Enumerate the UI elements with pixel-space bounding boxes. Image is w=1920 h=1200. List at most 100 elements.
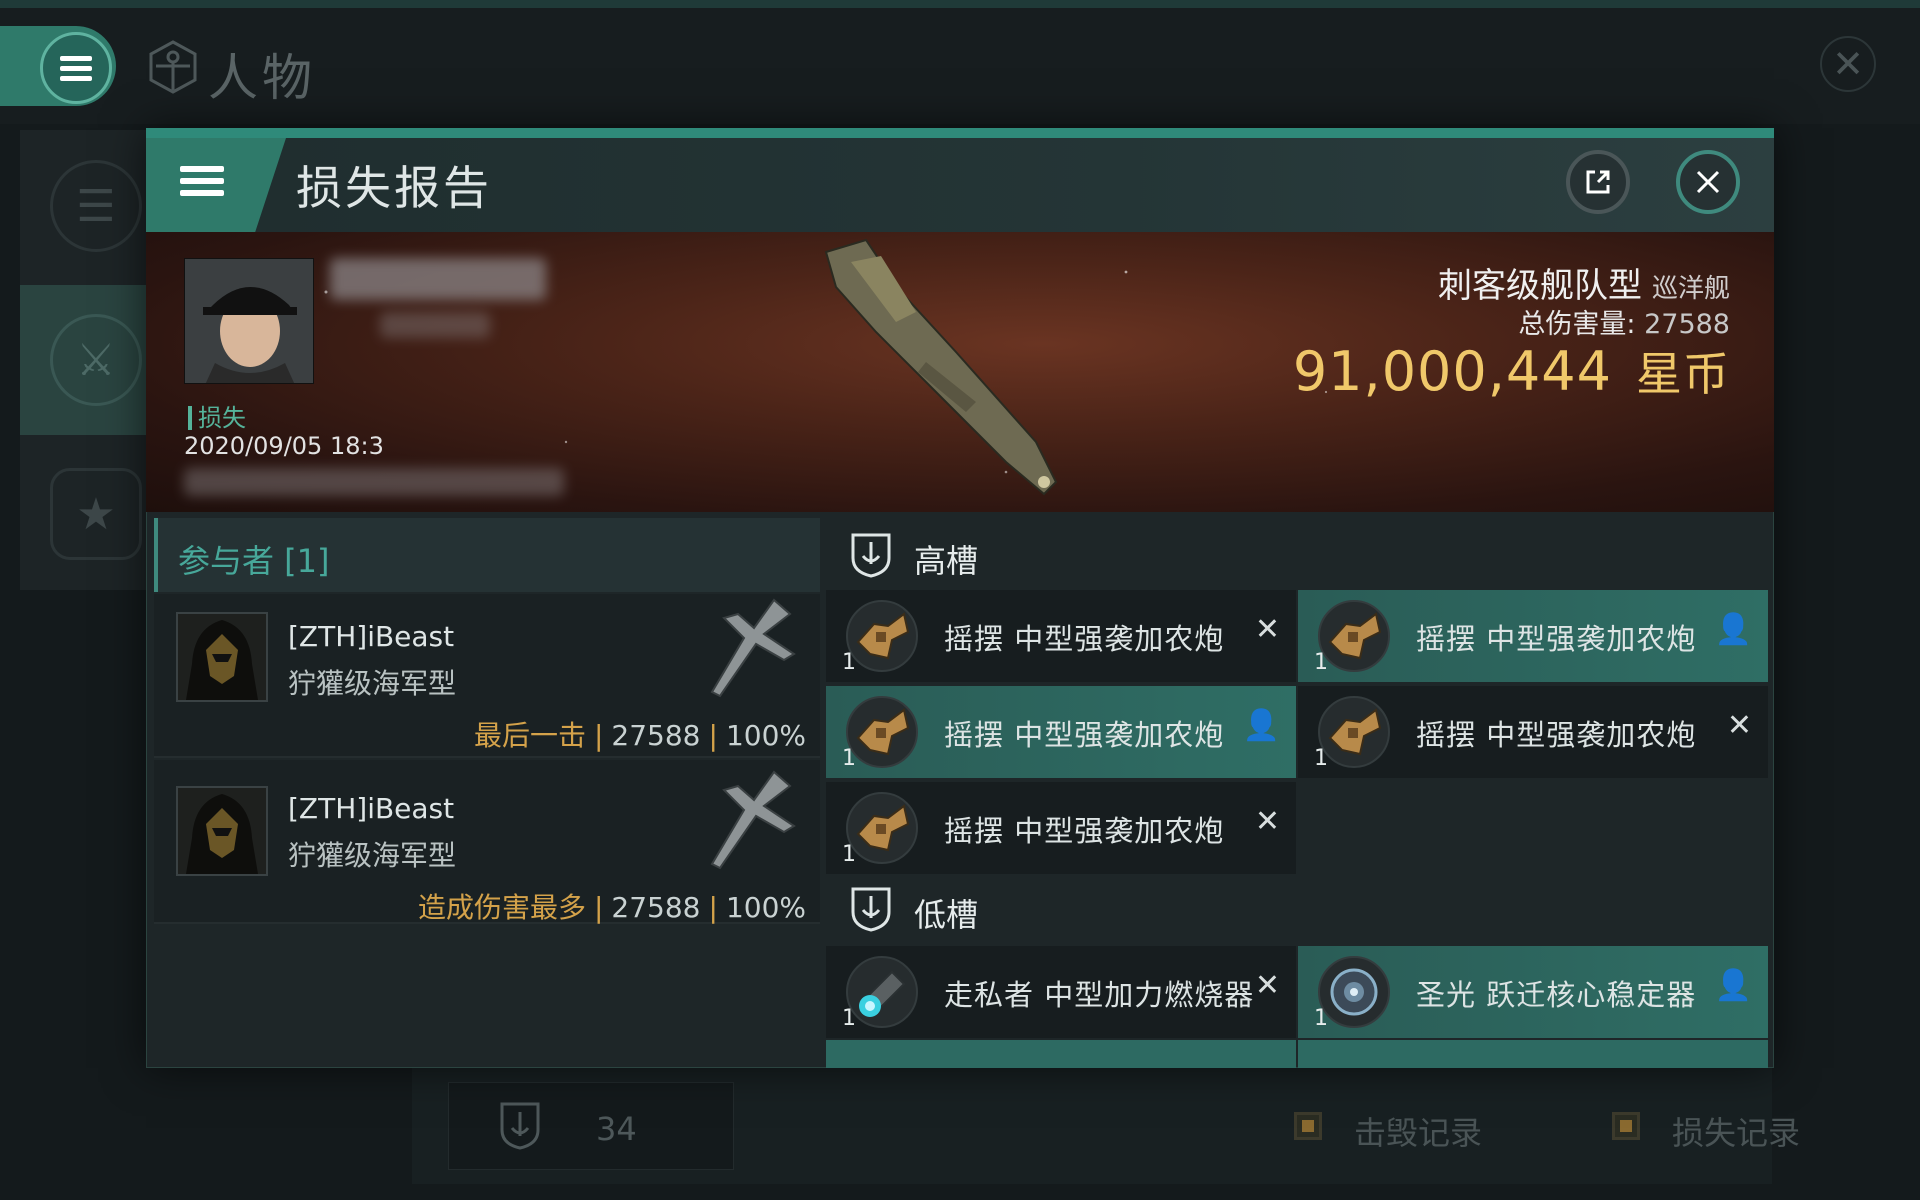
location-redacted bbox=[184, 468, 564, 496]
total-damage-label: 总伤害量 bbox=[1518, 309, 1627, 340]
low-slot-label: 低槽 bbox=[914, 896, 979, 934]
share-button[interactable] bbox=[1566, 150, 1630, 214]
background-fitting-tab[interactable] bbox=[448, 1082, 734, 1170]
afterburner-icon bbox=[846, 956, 918, 1028]
module-row[interactable]: 1 摇摆 中型强袭加农炮 ✕ bbox=[826, 782, 1296, 874]
module-quantity: 1 bbox=[842, 1006, 856, 1031]
module-row[interactable]: 1 摇摆 中型强袭加农炮 👤 bbox=[826, 686, 1296, 778]
close-icon bbox=[1696, 170, 1720, 194]
module-quantity: 1 bbox=[1314, 1006, 1328, 1031]
total-damage: 总伤害量: 27588 bbox=[1518, 309, 1730, 340]
modal-accent-line bbox=[146, 128, 1774, 138]
isk-unit: 星币 bbox=[1636, 347, 1730, 401]
attacker-percent: 100% bbox=[725, 891, 806, 924]
module-quantity: 1 bbox=[842, 842, 856, 867]
attacker-name: [ZTH]iBeast bbox=[288, 620, 455, 653]
ship-type: 刺客级舰队型 bbox=[1437, 266, 1642, 306]
attacker-stats: 造成伤害最多 | 27588 | 100% bbox=[417, 891, 806, 924]
destroyed-icon: ✕ bbox=[1254, 612, 1280, 647]
attacker-ship: 狞獾级海军型 bbox=[288, 839, 457, 872]
attacker-damage: 27588 bbox=[611, 719, 701, 752]
module-name: 摇摆 中型强袭加农炮 bbox=[1416, 622, 1697, 656]
attacker-tag: 最后一击 bbox=[473, 719, 586, 752]
total-damage-value: 27588 bbox=[1644, 309, 1730, 340]
attacker-portrait[interactable] bbox=[176, 786, 268, 876]
hooded-pilot-avatar bbox=[178, 614, 266, 700]
module-row-partial[interactable] bbox=[1298, 1040, 1768, 1068]
dropped-person-icon: 👤 bbox=[1242, 708, 1280, 743]
cannon-icon bbox=[1318, 696, 1390, 768]
victim-corp-redacted bbox=[380, 312, 490, 338]
top-strip bbox=[0, 0, 1920, 8]
close-icon: ✕ bbox=[1832, 42, 1864, 86]
cannon-icon bbox=[846, 696, 918, 768]
module-row[interactable]: 1 摇摆 中型强袭加农炮 ✕ bbox=[826, 590, 1296, 682]
attacker-stats: 最后一击 | 27588 | 100% bbox=[473, 719, 806, 752]
module-row[interactable]: 1 摇摆 中型强袭加农炮 👤 bbox=[1298, 590, 1768, 682]
victim-name-redacted bbox=[330, 258, 546, 300]
attacker-tag: 造成伤害最多 bbox=[417, 891, 586, 924]
warp-core-stabilizer-icon bbox=[1318, 956, 1390, 1028]
attacker-ship-icon bbox=[710, 770, 796, 870]
app-title: 人物 bbox=[208, 49, 316, 107]
crossed-swords-icon: ⚔ bbox=[76, 334, 116, 386]
kills-checkbox[interactable] bbox=[1294, 1112, 1322, 1140]
module-quantity: 1 bbox=[1314, 650, 1328, 675]
attacker-portrait[interactable] bbox=[176, 612, 268, 702]
module-row[interactable]: 1 圣光 跃迁核心稳定器 👤 bbox=[1298, 946, 1768, 1038]
isk-value: 91,000,444 星币 bbox=[1293, 338, 1730, 404]
destroyed-icon: ✕ bbox=[1726, 708, 1752, 743]
dropped-person-icon: 👤 bbox=[1714, 968, 1752, 1003]
module-name: 圣光 跃迁核心稳定器 bbox=[1416, 978, 1697, 1012]
loss-timestamp: 2020/09/05 18:3 bbox=[184, 432, 384, 460]
attacker-damage: 27588 bbox=[611, 891, 701, 924]
star-icon: ★ bbox=[76, 488, 116, 540]
losses-link[interactable]: 损失记录 bbox=[1672, 1108, 1800, 1154]
modal-title: 损失报告 bbox=[296, 161, 492, 215]
cannon-icon bbox=[1318, 600, 1390, 672]
destroyed-icon: ✕ bbox=[1254, 968, 1280, 1003]
attacker-percent: 100% bbox=[725, 719, 806, 752]
isk-amount: 91,000,444 bbox=[1292, 340, 1612, 403]
module-row-partial[interactable] bbox=[826, 1040, 1296, 1068]
destroyed-icon: ✕ bbox=[1254, 804, 1280, 839]
module-name: 走私者 中型加力燃烧器 bbox=[944, 978, 1255, 1012]
losses-checkbox[interactable] bbox=[1612, 1112, 1640, 1140]
main-menu-button[interactable] bbox=[40, 32, 112, 104]
module-name: 摇摆 中型强袭加农炮 bbox=[1416, 718, 1697, 752]
app-close-button[interactable]: ✕ bbox=[1820, 36, 1876, 92]
module-quantity: 1 bbox=[842, 746, 856, 771]
module-quantity: 1 bbox=[1314, 746, 1328, 771]
hooded-pilot-avatar bbox=[178, 788, 266, 874]
module-row[interactable]: 1 摇摆 中型强袭加农炮 ✕ bbox=[1298, 686, 1768, 778]
menu-icon bbox=[180, 160, 224, 202]
side-medal-button[interactable]: ★ bbox=[50, 468, 142, 560]
cannon-icon bbox=[846, 600, 918, 672]
attacker-ship-icon bbox=[710, 598, 796, 698]
modal-close-button[interactable] bbox=[1676, 150, 1740, 214]
module-name: 摇摆 中型强袭加农炮 bbox=[944, 622, 1225, 656]
slot-shield-icon bbox=[500, 1102, 540, 1150]
ship-class: 巡洋舰 bbox=[1651, 274, 1730, 304]
victim-ship-name: 刺客级舰队型 巡洋舰 bbox=[1438, 258, 1730, 307]
module-quantity: 1 bbox=[842, 650, 856, 675]
side-combat-button[interactable]: ⚔ bbox=[50, 314, 142, 406]
character-icon bbox=[149, 40, 197, 94]
pilot-avatar bbox=[185, 259, 313, 383]
background-count: 34 bbox=[596, 1110, 637, 1148]
high-slot-label: 高槽 bbox=[914, 542, 979, 580]
low-slot-icon bbox=[851, 887, 891, 932]
attacker-ship: 狞獾级海军型 bbox=[288, 667, 457, 700]
loss-status-tag: 损失 bbox=[188, 398, 246, 433]
ship-render-icon bbox=[824, 238, 1058, 496]
attacker-name: [ZTH]iBeast bbox=[288, 792, 455, 825]
kills-link[interactable]: 击毁记录 bbox=[1354, 1108, 1482, 1154]
victim-portrait[interactable] bbox=[184, 258, 314, 384]
dropped-person-icon: 👤 bbox=[1714, 612, 1752, 647]
menu-icon bbox=[60, 51, 92, 86]
module-name: 摇摆 中型强袭加农炮 bbox=[944, 814, 1225, 848]
module-row[interactable]: 1 走私者 中型加力燃烧器 ✕ bbox=[826, 946, 1296, 1038]
side-list-button[interactable]: ☰ bbox=[50, 160, 142, 252]
module-name: 摇摆 中型强袭加农炮 bbox=[944, 718, 1225, 752]
list-icon: ☰ bbox=[76, 180, 116, 232]
